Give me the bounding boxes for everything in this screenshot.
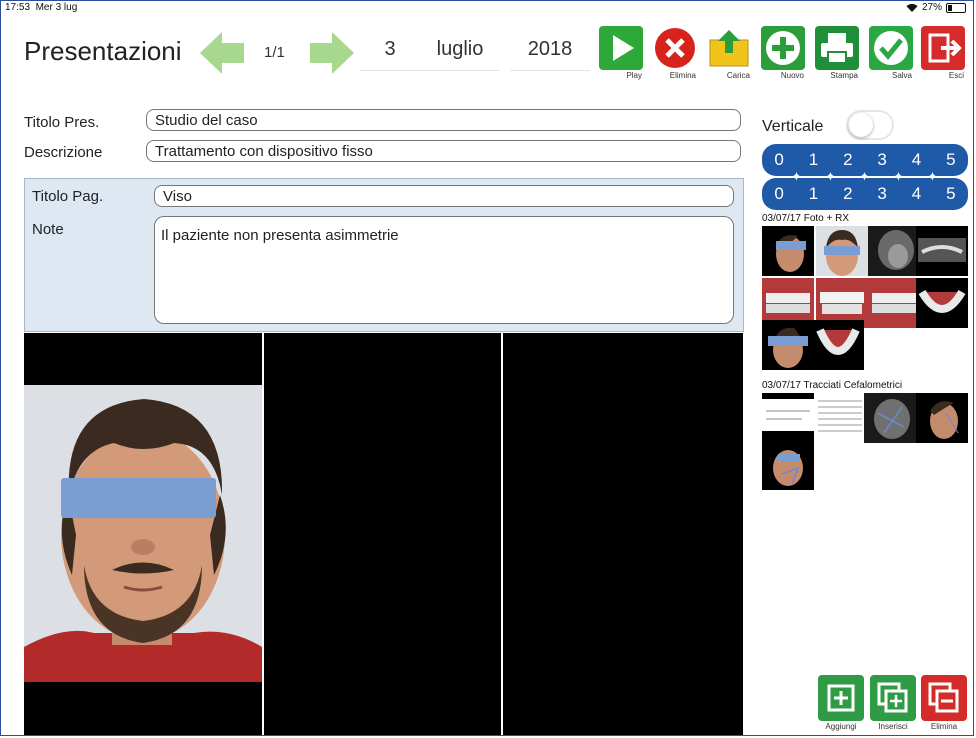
vertical-label: Verticale xyxy=(762,118,824,135)
thumbnail-intraoral-left[interactable] xyxy=(868,278,920,328)
image-slot-3[interactable] xyxy=(503,333,743,735)
thumbnail-profile-left[interactable] xyxy=(762,320,814,370)
notes-label: Note xyxy=(32,221,64,238)
sparkle-icon: ✦ xyxy=(791,169,802,184)
thumbnail-ceph-xray[interactable] xyxy=(864,393,916,443)
status-bar: 17:53 Mer 3 lug 27% xyxy=(0,0,976,14)
play-button[interactable]: Play xyxy=(598,26,644,80)
sparkle-icon: ✦ xyxy=(893,169,904,184)
battery-icon xyxy=(946,2,966,13)
battery-indicator: 27% xyxy=(906,2,966,13)
toggle-knob xyxy=(849,113,873,137)
delete-presentation-button[interactable]: Elimina xyxy=(652,26,698,80)
prev-page-arrow-icon[interactable] xyxy=(198,30,246,76)
date-day[interactable]: 3 xyxy=(360,28,420,71)
image-slot-2[interactable] xyxy=(264,333,501,735)
thumbnail-ceph-profile[interactable] xyxy=(916,393,968,443)
save-button[interactable]: Salva xyxy=(868,26,914,80)
sparkle-icon: ✦ xyxy=(859,169,870,184)
page-title-input[interactable]: Viso xyxy=(154,185,734,207)
delete-page-button[interactable]: Elimina xyxy=(920,675,968,731)
description-label: Descrizione xyxy=(24,144,103,161)
page-title: Presentazioni xyxy=(24,36,182,66)
date-month[interactable]: luglio xyxy=(420,28,500,71)
sparkle-icon: ✦ xyxy=(927,169,938,184)
plus-icon xyxy=(761,26,805,70)
photo-group-title: 03/07/17 Foto + RX xyxy=(762,213,850,224)
row2-option-5[interactable]: 5 xyxy=(933,178,968,210)
status-time: 17:53 Mer 3 lug xyxy=(5,2,78,13)
thumbnail-xray-panoramic[interactable] xyxy=(916,226,968,276)
thumbnail-frontal[interactable] xyxy=(816,226,868,276)
vertical-toggle[interactable] xyxy=(846,110,894,140)
thumbnail-ceph-chart-1[interactable] xyxy=(762,393,814,443)
delete-icon xyxy=(921,675,967,721)
thumbnail-ceph-chart-2[interactable] xyxy=(814,393,866,443)
thumbnail-ceph-overlay[interactable] xyxy=(762,440,814,490)
x-icon xyxy=(653,26,697,70)
insert-icon xyxy=(870,675,916,721)
check-icon xyxy=(869,26,913,70)
add-button[interactable]: Aggiungi xyxy=(817,675,865,731)
thumbnail-profile-right[interactable] xyxy=(762,226,814,276)
add-icon xyxy=(818,675,864,721)
description-input[interactable]: Trattamento con dispositivo fisso xyxy=(146,140,741,162)
load-button[interactable]: Carica xyxy=(706,26,752,80)
presentation-title-label: Titolo Pres. xyxy=(24,114,100,131)
exit-icon xyxy=(921,26,965,70)
thumbnail-occlusal-upper[interactable] xyxy=(916,278,968,328)
row1-option-5[interactable]: 5 xyxy=(933,144,968,176)
printer-icon xyxy=(815,26,859,70)
cephalometric-group-title: 03/07/17 Tracciati Cefalometrici xyxy=(762,380,903,391)
page-title-label: Titolo Pag. xyxy=(32,188,104,205)
sparkle-icon: ✦ xyxy=(825,169,836,184)
battery-percent: 27% xyxy=(921,2,942,13)
new-button[interactable]: Nuovo xyxy=(760,26,806,80)
next-page-arrow-icon[interactable] xyxy=(308,30,356,76)
play-icon xyxy=(599,26,643,70)
thumbnail-occlusal-lower[interactable] xyxy=(812,320,864,370)
page-counter: 1/1 xyxy=(264,44,285,61)
presentation-title-input[interactable]: Studio del caso xyxy=(146,109,741,131)
date-year[interactable]: 2018 xyxy=(510,28,590,71)
patient-face-photo[interactable] xyxy=(24,385,262,682)
upload-folder-icon xyxy=(707,26,751,70)
print-button[interactable]: Stampa xyxy=(814,26,860,80)
wifi-icon xyxy=(906,4,918,12)
thumbnail-xray-lateral[interactable] xyxy=(868,226,920,276)
exit-button[interactable]: Esci xyxy=(920,26,966,80)
notes-textarea[interactable]: Il paziente non presenta asimmetrie xyxy=(154,216,734,324)
insert-button[interactable]: Inserisci xyxy=(869,675,917,731)
